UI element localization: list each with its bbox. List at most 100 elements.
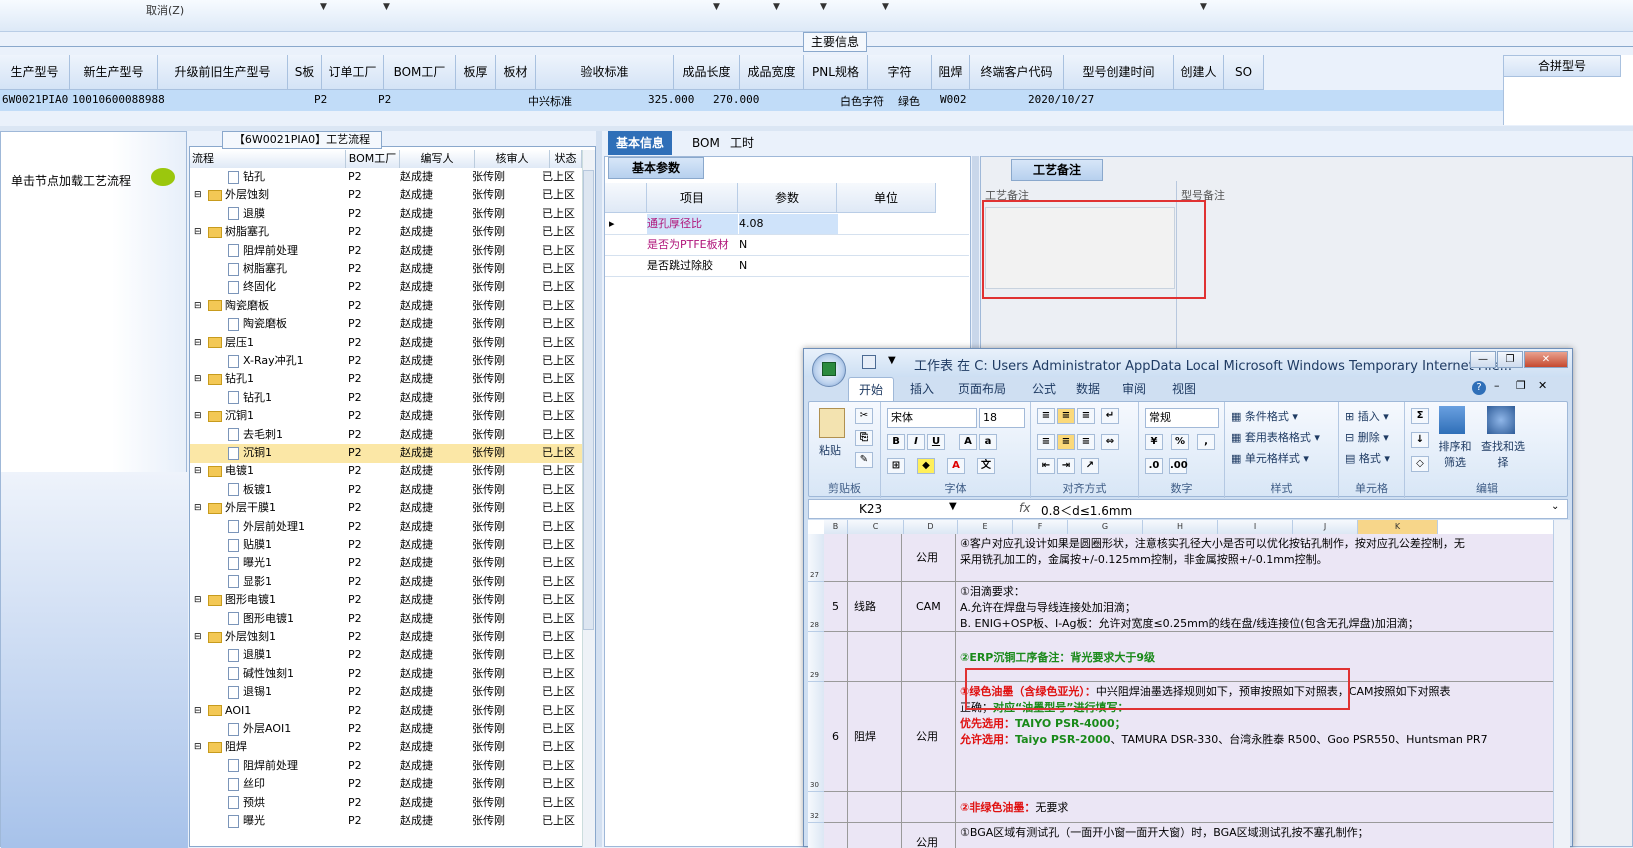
tree-node[interactable]: 曝光 [228,812,265,830]
tab-basic-info[interactable]: 基本信息 [608,131,673,155]
ribbon-tab[interactable]: 插入 [910,377,934,401]
ribbon-restore-icon[interactable]: ❐ [1516,379,1526,392]
tree-node[interactable]: 预烘 [228,794,265,812]
tree-row[interactable]: ⊟ 沉铜1 P2 赵成捷 张传刚 已上区 [190,407,582,426]
ribbon-tab[interactable]: 公式 [1032,377,1056,401]
row-header[interactable]: 30 [808,682,824,792]
param-row[interactable]: 是否为PTFE板材 N [605,235,969,256]
orientation-icon[interactable]: ↗ [1081,458,1099,474]
clear-icon[interactable]: ◇ [1411,456,1429,472]
sheet-row[interactable]: 公用 ①BGA区域有测试孔（一面开小窗一面开大窗）时，BGA区域测试孔按不塞孔制作… [824,823,1553,848]
cell-requirement[interactable]: ②ERP沉铜工序备注：背光要求大于9级 [960,634,1553,666]
header-col[interactable]: 板厚 [456,55,496,90]
currency-icon[interactable]: ¥ [1145,434,1163,450]
function-icon[interactable]: fx [1019,501,1030,515]
dropdown-arrow-icon[interactable]: ▼ [882,2,889,12]
collapse-icon[interactable]: ⊟ [194,591,202,609]
paste-icon[interactable] [819,408,845,438]
tree-row[interactable]: 阻焊前处理 P2 赵成捷 张传刚 已上区 [190,242,582,261]
tree-node[interactable]: 外层蚀刻1 [208,628,276,646]
row-header[interactable]: 29 [808,632,824,682]
col-status[interactable]: 状态 [550,150,582,168]
tree-row[interactable]: 阻焊前处理 P2 赵成捷 张传刚 已上区 [190,757,582,776]
col-param[interactable]: 参数 [738,183,837,213]
cell-dept[interactable]: 公用 [916,729,938,745]
cell-dept[interactable]: 公用 [916,550,938,566]
tree-node[interactable]: 阻焊 [208,738,247,756]
tree-row[interactable]: 显影1 P2 赵成捷 张传刚 已上区 [190,573,582,592]
col-bom-factory[interactable]: BOM工厂 [346,150,400,168]
tree-row[interactable]: 曝光1 P2 赵成捷 张传刚 已上区 [190,554,582,573]
name-box-dropdown-icon[interactable]: ▼ [949,501,957,512]
tree-row[interactable]: ⊟ 阻焊 P2 赵成捷 张传刚 已上区 [190,738,582,757]
tree-row[interactable]: 图形电镀1 P2 赵成捷 张传刚 已上区 [190,610,582,629]
increase-indent-icon[interactable]: ⇥ [1057,458,1075,474]
tree-node[interactable]: 阻焊前处理 [228,242,298,260]
autosum-icon[interactable]: Σ [1411,408,1429,424]
dropdown-arrow-icon[interactable]: ▼ [713,2,720,12]
header-col[interactable]: PNL规格 [804,55,868,90]
formula-input[interactable]: 0.8＜d≤1.6mm [1041,502,1132,519]
tab-process-note[interactable]: 工艺备注 [1011,159,1103,181]
tree-row[interactable]: 树脂塞孔 P2 赵成捷 张传刚 已上区 [190,260,582,279]
dropdown-arrow-icon[interactable]: ▼ [820,2,827,12]
tree-node[interactable]: 去毛刺1 [228,426,283,444]
dropdown-arrow-icon[interactable]: ▼ [320,2,327,12]
font-size-combo[interactable]: 18 [979,408,1025,428]
percent-icon[interactable]: % [1171,434,1189,450]
format-painter-icon[interactable]: ✎ [855,452,873,468]
tree-node[interactable]: 外层干膜1 [208,499,276,517]
tree-row[interactable]: 预烘 P2 赵成捷 张传刚 已上区 [190,794,582,813]
ribbon-close-icon[interactable]: ✕ [1538,379,1547,392]
tree-row[interactable]: 陶瓷磨板 P2 赵成捷 张传刚 已上区 [190,315,582,334]
tree-row[interactable]: ⊟ 图形电镀1 P2 赵成捷 张传刚 已上区 [190,591,582,610]
sheet-row[interactable]: ②非绿色油墨：无要求 [824,792,1553,823]
delete-cells-button[interactable]: ⊟ 删除 ▾ [1345,429,1389,445]
fill-icon[interactable]: ↓ [1411,432,1429,448]
header-col[interactable]: SO [1224,55,1264,90]
dropdown-arrow-icon[interactable]: ▼ [1200,2,1207,12]
tree-row[interactable]: 退膜1 P2 赵成捷 张传刚 已上区 [190,646,582,665]
tree-node[interactable]: 碱性蚀刻1 [228,665,294,683]
save-icon[interactable] [862,355,876,369]
tree-row[interactable]: ⊟ 外层蚀刻 P2 赵成捷 张传刚 已上区 [190,186,582,205]
header-col[interactable]: 成品宽度 [740,55,804,90]
tree-row[interactable]: 板镀1 P2 赵成捷 张传刚 已上区 [190,481,582,500]
tree-node[interactable]: 图形电镀1 [208,591,276,609]
find-select-icon[interactable] [1487,406,1515,434]
cut-icon[interactable]: ✂ [855,408,873,424]
tree-node[interactable]: 终固化 [228,278,276,296]
header-col[interactable]: S板 [288,55,322,90]
tree-row[interactable]: 退膜 P2 赵成捷 张传刚 已上区 [190,205,582,224]
tree-row[interactable]: 曝光 P2 赵成捷 张传刚 已上区 [190,812,582,831]
column-header[interactable]: H [1143,520,1218,534]
header-col[interactable]: 板材 [496,55,536,90]
tree-row[interactable]: ⊟ AOI1 P2 赵成捷 张传刚 已上区 [190,702,582,721]
sort-filter-button[interactable]: 排序和筛选 [1435,438,1475,470]
collapse-icon[interactable]: ⊟ [194,499,202,517]
tree-node[interactable]: 层压1 [208,334,254,352]
tree-node[interactable]: 退膜1 [228,646,272,664]
align-right-icon[interactable]: ≡ [1077,434,1095,450]
number-format-combo[interactable]: 常规 [1145,408,1219,428]
tree-row[interactable]: 丝印 P2 赵成捷 张传刚 已上区 [190,775,582,794]
col-unit[interactable]: 单位 [837,183,936,213]
sheet-vertical-scrollbar[interactable] [1553,520,1570,848]
collapse-icon[interactable]: ⊟ [194,297,202,315]
tree-node[interactable]: X-Ray冲孔1 [228,352,304,370]
tree-node[interactable]: 外层蚀刻 [208,186,269,204]
ribbon-tab[interactable]: 页面布局 [958,377,1006,401]
tree-row[interactable]: ⊟ 层压1 P2 赵成捷 张传刚 已上区 [190,334,582,353]
sheet-row[interactable]: 公用 ④客户对应孔设计如果是圆圈形状，注意核实孔径大小是否可以优化按钻孔制作，按对… [824,534,1553,582]
tree-node[interactable]: 图形电镀1 [228,610,294,628]
ribbon-tab[interactable]: 审阅 [1122,377,1146,401]
collapse-icon[interactable]: ⊟ [194,370,202,388]
expand-formula-icon[interactable]: ⌄ [1551,501,1559,512]
tree-row[interactable]: 钻孔 P2 赵成捷 张传刚 已上区 [190,168,582,187]
tree-node[interactable]: 陶瓷磨板 [208,297,269,315]
header-col[interactable]: 创建人 [1174,55,1224,90]
tree-row[interactable]: ⊟ 电镀1 P2 赵成捷 张传刚 已上区 [190,462,582,481]
tree-node[interactable]: 钻孔 [228,168,265,186]
vertical-splitter[interactable] [596,131,602,847]
cell-no[interactable]: 5 [832,599,839,615]
